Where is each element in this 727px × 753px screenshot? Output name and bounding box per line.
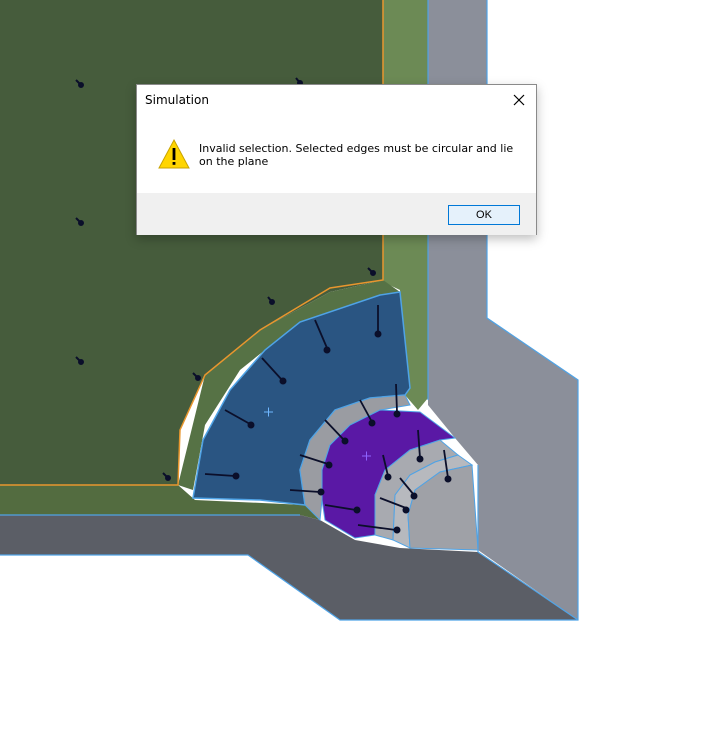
- dialog-body: Invalid selection. Selected edges must b…: [137, 117, 536, 193]
- dialog-footer: OK: [137, 193, 536, 235]
- close-button[interactable]: [508, 89, 530, 111]
- ok-button[interactable]: OK: [448, 205, 520, 225]
- close-icon: [513, 94, 525, 106]
- dialog-title: Simulation: [145, 93, 209, 107]
- warning-icon: [158, 138, 190, 169]
- simulation-dialog: Simulation Invalid selection. Selected e…: [136, 84, 537, 235]
- dialog-message: Invalid selection. Selected edges must b…: [199, 142, 514, 168]
